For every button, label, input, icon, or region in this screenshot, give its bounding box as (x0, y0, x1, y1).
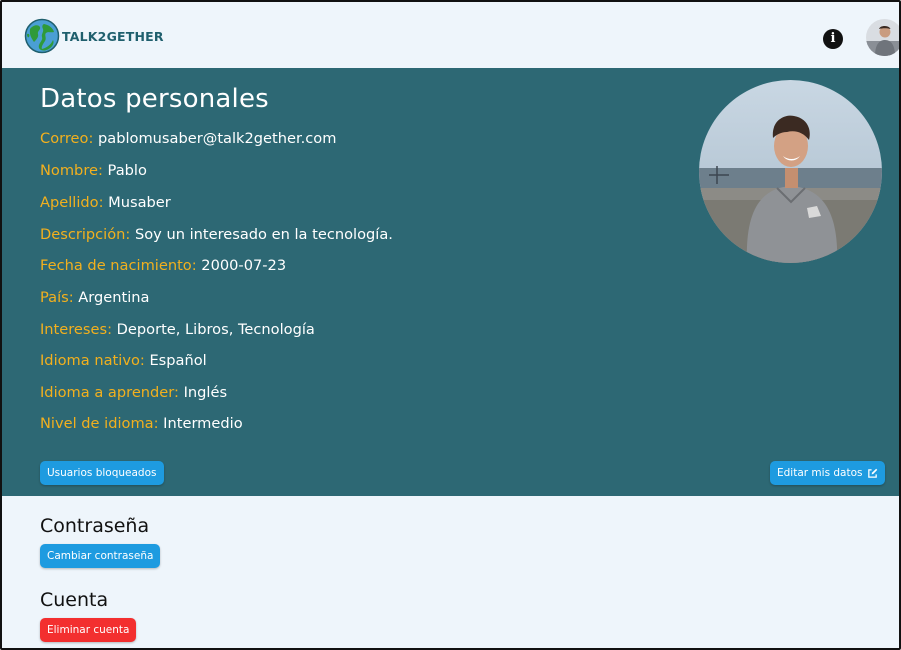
password-section-title: Contraseña (40, 515, 150, 537)
field-first-name: Nombre: Pablo (40, 162, 147, 179)
edit-square-icon (867, 468, 877, 478)
field-label: Idioma nativo: (40, 352, 145, 369)
blocked-users-label: Usuarios bloqueados (47, 467, 157, 479)
personal-data-panel: Datos personales Correo: pablomusaber@ta… (2, 68, 899, 496)
field-country: País: Argentina (40, 289, 150, 306)
avatar-photo (866, 19, 899, 56)
field-learning-language: Idioma a aprender: Inglés (40, 384, 227, 401)
field-birthdate: Fecha de nacimiento: 2000-07-23 (40, 257, 286, 274)
field-value: Argentina (73, 289, 150, 306)
brand-name: TALK2GETHER (62, 28, 164, 44)
profile-photo (699, 80, 882, 263)
change-password-button[interactable]: Cambiar contraseña (40, 544, 161, 568)
top-navbar: TALK2GETHER i (2, 2, 899, 68)
field-value: Intermedio (158, 415, 243, 432)
app-frame: TALK2GETHER i Datos personales Correo: p… (0, 0, 901, 650)
field-value: Inglés (178, 384, 228, 401)
field-value: pablomusaber@talk2gether.com (93, 130, 337, 147)
edit-my-data-button[interactable]: Editar mis datos (770, 461, 885, 485)
field-native-language: Idioma nativo: Español (40, 352, 207, 369)
field-label: Idioma a aprender: (40, 384, 179, 401)
change-password-label: Cambiar contraseña (47, 550, 154, 562)
profile-photo-image (699, 80, 882, 263)
field-value: 2000-07-23 (196, 257, 287, 274)
field-language-level: Nivel de idioma: Intermedio (40, 415, 243, 432)
field-description: Descripción: Soy un interesado en la tec… (40, 226, 393, 243)
field-value: Soy un interesado en la tecnología. (130, 226, 393, 243)
field-email: Correo: pablomusaber@talk2gether.com (40, 130, 336, 147)
info-glyph: i (830, 31, 836, 46)
avatar[interactable] (866, 19, 899, 56)
brand-logo-link[interactable]: TALK2GETHER (24, 18, 164, 54)
blocked-users-button[interactable]: Usuarios bloqueados (40, 461, 164, 485)
edit-label: Editar mis datos (777, 467, 863, 479)
field-value: Musaber (103, 194, 171, 211)
field-label: Descripción: (40, 226, 131, 243)
field-label: Fecha de nacimiento: (40, 257, 197, 274)
info-icon[interactable]: i (823, 29, 843, 49)
delete-account-label: Eliminar cuenta (47, 624, 130, 636)
field-label: Nivel de idioma: (40, 415, 159, 432)
field-label: País: (40, 289, 74, 306)
delete-account-button[interactable]: Eliminar cuenta (40, 618, 137, 642)
field-value: Español (144, 352, 207, 369)
field-last-name: Apellido: Musaber (40, 194, 171, 211)
account-section-title: Cuenta (40, 589, 109, 611)
globe-logo-icon (24, 18, 60, 54)
field-label: Apellido: (40, 194, 104, 211)
field-interests: Intereses: Deporte, Libros, Tecnología (40, 321, 315, 338)
field-label: Intereses: (40, 321, 113, 338)
field-label: Nombre: (40, 162, 103, 179)
field-label: Correo: (40, 130, 94, 147)
field-value: Deporte, Libros, Tecnología (112, 321, 315, 338)
field-value: Pablo (102, 162, 147, 179)
panel-title: Datos personales (40, 84, 269, 114)
